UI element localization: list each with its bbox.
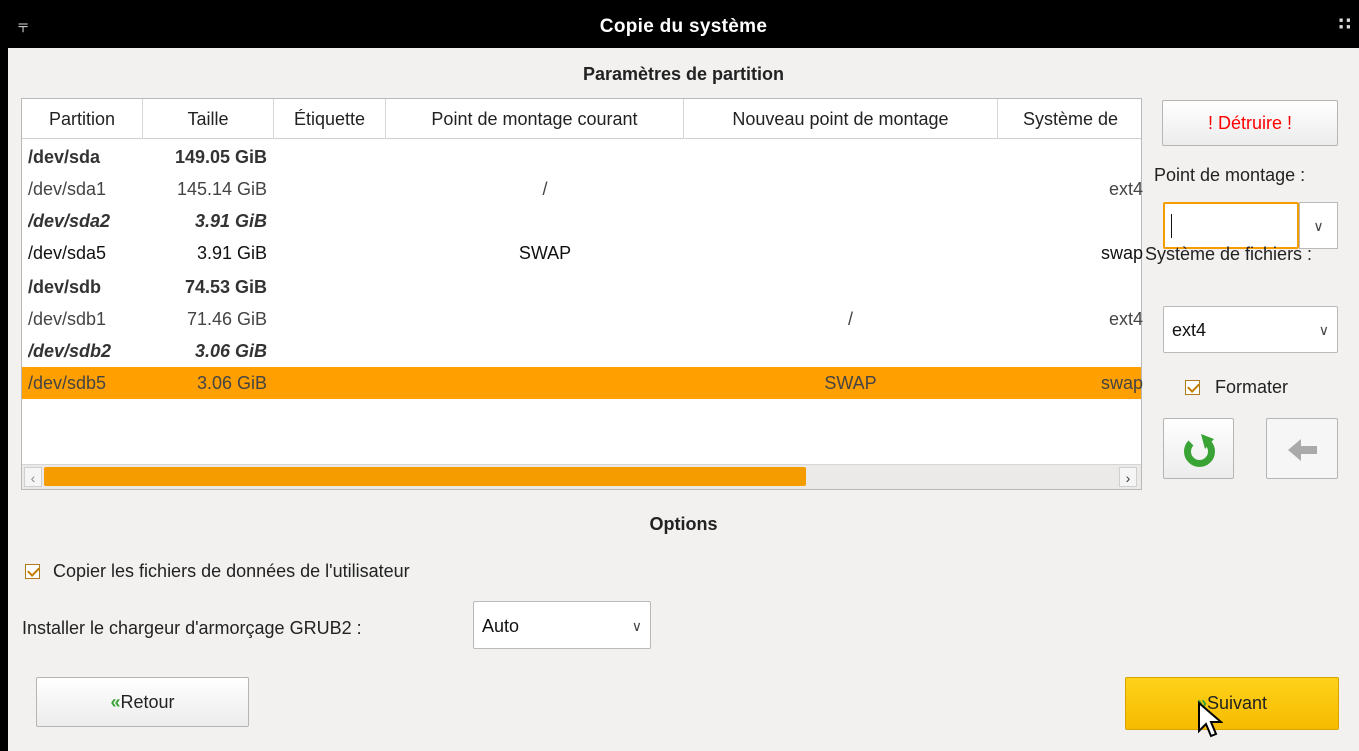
partition-cell: /dev/sda2	[28, 211, 111, 231]
table-row[interactable]: /dev/sdb5 3.06 GiB SWAP swap	[22, 367, 1143, 399]
chevron-down-icon: ∨	[1318, 322, 1329, 338]
scroll-left-icon[interactable]: ‹	[24, 467, 42, 487]
new-mount-cell	[693, 237, 1008, 269]
window-title: Copie du système	[599, 16, 768, 37]
filesystem-cell: swap	[1100, 373, 1143, 393]
new-mount-cell	[693, 205, 1008, 237]
new-mount-cell	[693, 335, 1008, 367]
size-cell: 149.05 GiB	[174, 147, 267, 167]
size-cell: 3.91 GiB	[194, 211, 267, 231]
horizontal-scrollbar[interactable]: ‹ ›	[22, 464, 1141, 489]
size-cell: 3.06 GiB	[194, 341, 267, 361]
text-cursor	[1171, 214, 1172, 238]
back-button-label: Retour	[120, 692, 175, 712]
grub-label: Installer le chargeur d'armorçage GRUB2 …	[22, 618, 362, 638]
table-row[interactable]: /dev/sda2 3.91 GiB	[22, 205, 1141, 237]
grub-value: Auto	[482, 616, 520, 636]
options-title: Options	[649, 514, 718, 534]
filesystem-cell	[1008, 141, 1143, 173]
size-cell: 3.06 GiB	[196, 373, 267, 393]
size-cell: 71.46 GiB	[186, 309, 267, 329]
table-row[interactable]: /dev/sda1 145.14 GiB / ext4	[22, 173, 1143, 205]
current-mount-cell	[397, 303, 693, 335]
size-cell: 145.14 GiB	[176, 179, 267, 199]
new-mount-cell: /	[847, 309, 853, 329]
copy-user-files-label: Copier les fichiers de données de l'util…	[53, 560, 410, 581]
window-menu-icon[interactable]: ∷	[1338, 14, 1351, 35]
arrow-left-icon	[1288, 439, 1317, 461]
current-mount-cell: /	[542, 179, 548, 199]
filesystem-value: ext4	[1172, 320, 1207, 340]
column-header-label[interactable]: Étiquette	[274, 99, 386, 139]
table-header: Partition Taille Étiquette Point de mont…	[22, 99, 1141, 139]
back-button[interactable]: «Retour	[36, 677, 249, 727]
column-header-size[interactable]: Taille	[143, 99, 274, 139]
partition-cell: /dev/sda	[28, 147, 101, 167]
grub-select[interactable]: Auto ∨	[473, 601, 651, 649]
title-bar[interactable]: ⫧ Copie du système ∷	[8, 8, 1359, 48]
filesystem-cell	[1008, 205, 1143, 237]
column-header-current-mount[interactable]: Point de montage courant	[386, 99, 684, 139]
partition-cell: /dev/sdb2	[28, 341, 112, 361]
refresh-button[interactable]	[1163, 418, 1234, 479]
copy-system-window: ⫧ Copie du système ∷ Paramètres de parti…	[8, 8, 1359, 751]
filesystem-select[interactable]: ext4 ∨	[1163, 306, 1338, 353]
partition-cell: /dev/sda1	[28, 179, 107, 199]
format-label: Formater	[1215, 376, 1289, 397]
format-check-icon[interactable]	[1185, 379, 1200, 395]
new-mount-cell	[693, 173, 1008, 205]
filesystem-cell	[1008, 335, 1143, 367]
mount-point-label: Point de montage :	[1154, 165, 1306, 185]
double-chevron-left-icon: «	[110, 692, 121, 712]
column-header-partition[interactable]: Partition	[22, 99, 143, 139]
next-button[interactable]: »Suivant	[1125, 677, 1339, 730]
table-row[interactable]: /dev/sda5 3.91 GiB SWAP swap	[22, 237, 1143, 269]
copy-user-files-checkbox[interactable]: Copier les fichiers de données de l'util…	[25, 560, 410, 582]
refresh-icon	[1184, 434, 1215, 467]
partition-section-title: Paramètres de partition	[582, 64, 785, 84]
partition-cell: /dev/sdb1	[28, 309, 107, 329]
partition-table[interactable]: Partition Taille Étiquette Point de mont…	[21, 98, 1143, 490]
chevron-down-icon[interactable]: ∨	[1299, 202, 1338, 249]
current-mount-cell	[397, 271, 693, 303]
scroll-right-icon[interactable]: ›	[1119, 467, 1137, 487]
partition-cell: /dev/sda5	[28, 243, 107, 263]
filesystem-label: Système de fichiers :	[1145, 244, 1313, 264]
scrollbar-thumb[interactable]	[44, 467, 806, 486]
new-mount-cell	[693, 271, 1008, 303]
table-row[interactable]: /dev/sdb1 71.46 GiB / ext4	[22, 303, 1143, 335]
new-mount-cell: SWAP	[824, 373, 877, 393]
table-row[interactable]: /dev/sdb 74.53 GiB	[22, 271, 1141, 303]
copy-user-files-check-icon[interactable]	[25, 563, 40, 579]
destroy-button[interactable]: ! Détruire !	[1162, 100, 1338, 146]
mount-point-combo[interactable]: ∨	[1163, 202, 1338, 249]
filesystem-cell: ext4	[1108, 179, 1143, 199]
back-arrow-button[interactable]	[1266, 418, 1338, 479]
current-mount-cell	[397, 367, 693, 399]
size-cell: 74.53 GiB	[184, 277, 267, 297]
current-mount-cell	[397, 141, 693, 173]
table-row[interactable]: /dev/sdb2 3.06 GiB	[22, 335, 1141, 367]
filesystem-cell	[1008, 271, 1143, 303]
filesystem-cell: ext4	[1108, 309, 1143, 329]
current-mount-cell	[397, 205, 693, 237]
mount-point-input[interactable]	[1163, 202, 1299, 249]
current-mount-cell	[397, 335, 693, 367]
column-header-new-mount[interactable]: Nouveau point de montage	[684, 99, 998, 139]
chevron-down-icon: ∨	[631, 618, 642, 634]
table-row[interactable]: /dev/sda 149.05 GiB	[22, 141, 1141, 173]
partition-cell: /dev/sdb5	[28, 373, 107, 393]
filesystem-cell: swap	[1100, 243, 1143, 263]
current-mount-cell: SWAP	[518, 243, 572, 263]
mouse-cursor-icon	[1198, 701, 1223, 738]
size-cell: 3.91 GiB	[196, 243, 267, 263]
partition-cell: /dev/sdb	[28, 277, 102, 297]
format-checkbox[interactable]: Formater	[1185, 376, 1288, 398]
column-header-filesystem[interactable]: Système de	[998, 99, 1143, 139]
new-mount-cell	[693, 141, 1008, 173]
